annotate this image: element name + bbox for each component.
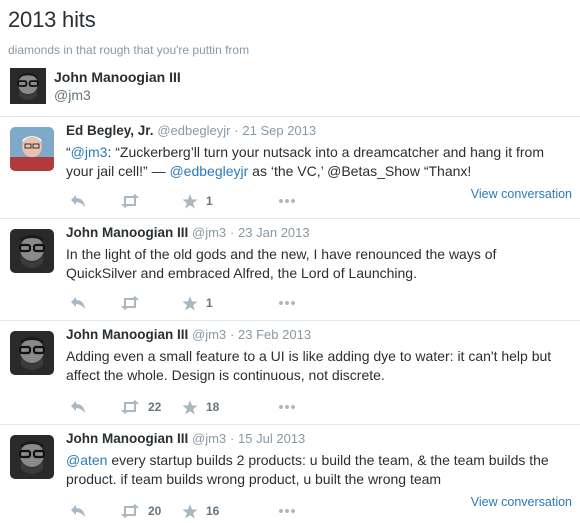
author-avatar[interactable]	[10, 331, 54, 375]
separator: ·	[229, 431, 235, 446]
author-name[interactable]: John Manoogian III	[66, 431, 188, 446]
collection-owner[interactable]: John Manoogian III @jm3	[10, 68, 310, 104]
author-name[interactable]: John Manoogian III	[66, 327, 188, 342]
tweet-actions: 1	[70, 295, 330, 311]
reply-icon	[70, 400, 86, 414]
favorite-count: 16	[206, 504, 220, 518]
tweet-item[interactable]: Ed Begley, Jr. @edbegleyjr · 21 Sep 2013…	[0, 116, 580, 218]
text-segment: as ‘the VC,’ @Betas_Show “Thanx!	[248, 163, 472, 179]
retweet-icon	[120, 296, 140, 310]
retweet-button[interactable]: 22	[120, 399, 161, 415]
author-name[interactable]: Ed Begley, Jr.	[66, 123, 154, 138]
retweet-icon	[120, 194, 140, 208]
retweet-icon	[120, 400, 140, 414]
star-icon	[182, 193, 198, 209]
tweet-item[interactable]: John Manoogian III @jm3 · 23 Jan 2013 In…	[0, 218, 580, 320]
favorite-button[interactable]: 18	[182, 399, 219, 415]
retweet-count: 20	[148, 504, 162, 518]
more-icon	[278, 404, 296, 410]
tweet-header: John Manoogian III @jm3 · 23 Feb 2013	[66, 327, 311, 342]
separator: ·	[229, 327, 235, 342]
retweet-button[interactable]: 20	[120, 503, 161, 519]
reply-button[interactable]	[70, 503, 86, 519]
tweet-text: “@jm3: “Zuckerberg’ll turn your nutsack …	[66, 143, 571, 181]
reply-button[interactable]	[70, 295, 86, 311]
collection-header: 2013 hits diamonds in that rough that yo…	[8, 6, 580, 57]
author-handle[interactable]: @jm3	[192, 327, 226, 342]
more-button[interactable]	[278, 503, 296, 519]
star-icon	[182, 399, 198, 415]
reply-icon	[70, 194, 86, 208]
more-button[interactable]	[278, 399, 296, 415]
tweet-header: John Manoogian III @jm3 · 15 Jul 2013	[66, 431, 305, 446]
reply-button[interactable]	[70, 399, 86, 415]
author-avatar[interactable]	[10, 435, 54, 479]
more-icon	[278, 508, 296, 514]
retweet-count: 22	[148, 400, 162, 414]
favorite-count: 18	[206, 400, 220, 414]
mention-link[interactable]: @jm3	[71, 144, 108, 160]
tweet-item[interactable]: John Manoogian III @jm3 · 15 Jul 2013 @a…	[0, 424, 580, 523]
retweet-icon	[120, 504, 140, 518]
author-handle[interactable]: @jm3	[192, 225, 226, 240]
tweet-actions: 20 16	[70, 503, 330, 519]
retweet-button[interactable]	[120, 193, 148, 209]
tweet-text: In the light of the old gods and the new…	[66, 246, 497, 281]
collection-title: 2013 hits	[8, 7, 96, 32]
tweet-text: Adding even a small feature to a UI is l…	[66, 348, 552, 383]
more-icon	[278, 300, 296, 306]
favorite-button[interactable]: 1	[182, 295, 213, 311]
author-handle[interactable]: @edbegleyjr	[157, 123, 230, 138]
tweet-timestamp[interactable]: 23 Jan 2013	[238, 225, 310, 240]
retweet-button[interactable]	[120, 295, 148, 311]
mention-link[interactable]: @edbegleyjr	[169, 163, 248, 179]
view-conversation-link[interactable]: View conversation	[471, 187, 572, 201]
separator: ·	[234, 123, 239, 138]
reply-icon	[70, 504, 86, 518]
author-avatar[interactable]	[10, 229, 54, 273]
author-avatar[interactable]	[10, 127, 54, 171]
owner-avatar[interactable]	[10, 68, 46, 104]
tweet-item[interactable]: John Manoogian III @jm3 · 23 Feb 2013 Ad…	[0, 320, 580, 424]
favorite-button[interactable]: 16	[182, 503, 219, 519]
reply-icon	[70, 296, 86, 310]
owner-handle[interactable]: @jm3	[54, 87, 91, 103]
separator: ·	[229, 225, 235, 240]
favorite-count: 1	[206, 194, 213, 208]
tweet-header: John Manoogian III @jm3 · 23 Jan 2013	[66, 225, 310, 240]
more-icon	[278, 198, 296, 204]
tweet-timestamp[interactable]: 15 Jul 2013	[238, 431, 305, 446]
more-button[interactable]	[278, 295, 296, 311]
favorite-count: 1	[206, 296, 213, 310]
more-button[interactable]	[278, 193, 296, 209]
tweet-actions: 22 18	[70, 399, 330, 415]
owner-name[interactable]: John Manoogian III	[54, 69, 181, 85]
tweet-header: Ed Begley, Jr. @edbegleyjr · 21 Sep 2013	[66, 123, 316, 138]
tweet-timestamp[interactable]: 21 Sep 2013	[242, 123, 316, 138]
star-icon	[182, 503, 198, 519]
tweet-timestamp[interactable]: 23 Feb 2013	[238, 327, 311, 342]
author-handle[interactable]: @jm3	[192, 431, 226, 446]
tweet-actions: 1	[70, 193, 330, 209]
reply-button[interactable]	[70, 193, 86, 209]
author-name[interactable]: John Manoogian III	[66, 225, 188, 240]
favorite-button[interactable]: 1	[182, 193, 213, 209]
tweet-text: @aten every startup builds 2 products: u…	[66, 451, 571, 489]
collection-description: diamonds in that rough that you're putti…	[8, 43, 250, 57]
view-conversation-link[interactable]: View conversation	[471, 495, 572, 509]
mention-link[interactable]: @aten	[66, 452, 107, 468]
text-segment: every startup builds 2 products: u build…	[66, 452, 549, 487]
star-icon	[182, 295, 198, 311]
